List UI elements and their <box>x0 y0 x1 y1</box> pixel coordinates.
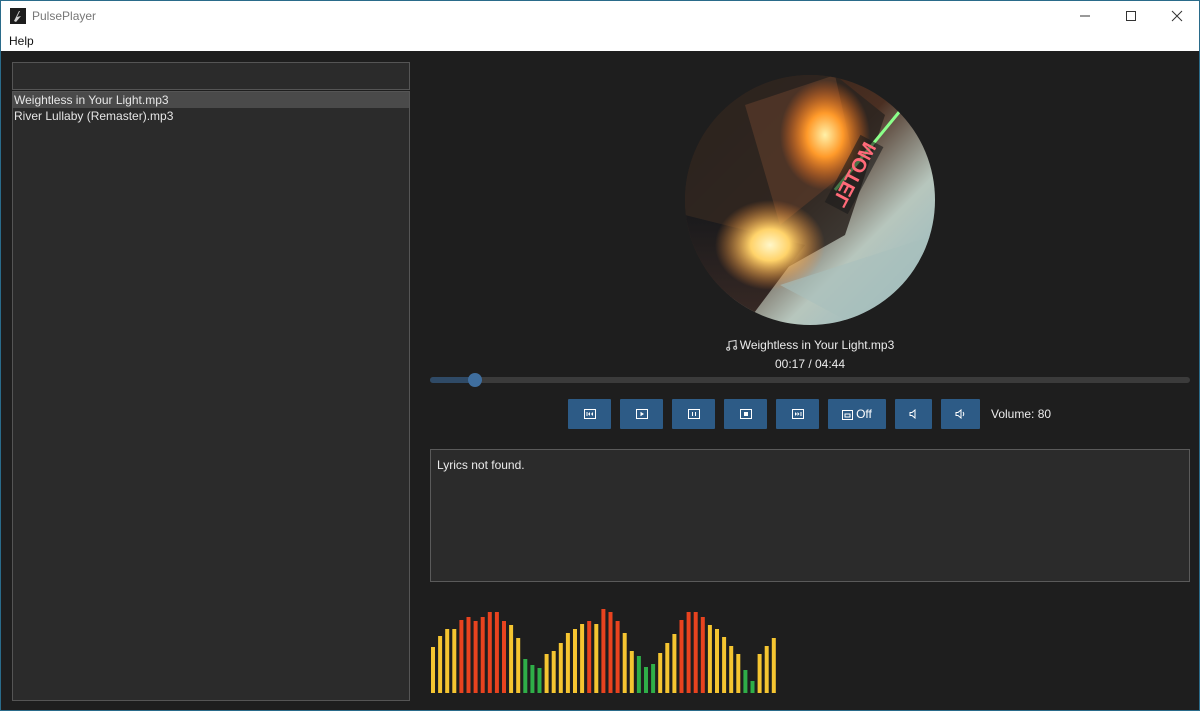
playlist-item[interactable]: River Lullaby (Remaster).mp3 <box>13 108 409 124</box>
main-window: PulsePlayer Help Weightless in Your Ligh… <box>0 0 1200 711</box>
visualizer-bar <box>615 621 620 693</box>
volume-up-button[interactable] <box>941 399 980 429</box>
visualizer-bar <box>452 629 457 693</box>
menu-help[interactable]: Help <box>9 34 34 48</box>
album-cover: MOTEL <box>685 75 935 325</box>
visualizer-bar <box>523 659 528 693</box>
volume-label: Volume: 80 <box>991 407 1052 421</box>
progress-bar[interactable] <box>430 373 1190 387</box>
visualizer-bar <box>764 646 769 693</box>
visualizer-bar <box>537 668 542 693</box>
visualizer-bar <box>431 647 435 693</box>
visualizer-bar <box>480 617 485 693</box>
visualizer-bar <box>438 636 443 693</box>
playlist-search-input[interactable] <box>12 62 410 90</box>
visualizer-bar <box>644 667 648 693</box>
visualizer-bar <box>558 643 563 693</box>
visualizer-bar <box>445 629 450 693</box>
visualizer-bar <box>601 609 606 693</box>
visualizer-bar <box>672 634 677 693</box>
close-button[interactable] <box>1154 1 1199 31</box>
visualizer-bar <box>573 629 577 693</box>
volume-down-icon <box>909 409 915 419</box>
close-icon <box>1171 10 1183 22</box>
visualizer-bar <box>580 624 585 693</box>
visualizer-bar <box>743 670 748 693</box>
left-panel: Weightless in Your Light.mp3 River Lulla… <box>1 51 419 710</box>
playlist-item[interactable]: Weightless in Your Light.mp3 <box>13 92 409 108</box>
next-button[interactable] <box>776 399 819 429</box>
visualizer-bar <box>516 638 521 693</box>
music-note-icon <box>725 339 737 351</box>
track-title: Weightless in Your Light.mp3 <box>739 338 895 352</box>
visualizer-bar <box>587 621 592 693</box>
menu-bar: Help <box>1 31 1199 51</box>
visualizer-bar <box>473 621 478 693</box>
visualizer-bar <box>622 633 627 693</box>
visualizer-bar <box>729 646 734 693</box>
visualizer-bar <box>707 625 712 693</box>
play-icon <box>635 409 648 419</box>
visualizer-bar <box>530 665 535 693</box>
visualizer-bar <box>693 612 698 693</box>
time-display: 00:17 / 04:44 <box>774 357 846 371</box>
skip-next-icon <box>791 409 804 419</box>
visualizer-bar <box>629 651 634 693</box>
lyrics-panel: Lyrics not found. <box>430 449 1190 582</box>
visualizer-bar <box>608 612 613 693</box>
visualizer-bar <box>679 620 684 693</box>
stop-icon <box>739 409 752 419</box>
pause-icon <box>687 409 700 419</box>
audio-visualizer <box>431 609 776 693</box>
app-logo-icon <box>10 8 26 24</box>
visualizer-bar <box>487 612 492 693</box>
repeat-button[interactable]: Off <box>828 399 886 429</box>
progress-handle[interactable] <box>468 373 482 387</box>
lyrics-text: Lyrics not found. <box>437 458 525 472</box>
maximize-icon <box>1126 11 1136 21</box>
visualizer-bar <box>722 637 727 693</box>
visualizer-bar <box>636 656 641 693</box>
visualizer-bar <box>551 651 556 693</box>
visualizer-bar <box>686 612 691 693</box>
pause-button[interactable] <box>672 399 715 429</box>
visualizer-bar <box>651 664 656 693</box>
minimize-icon <box>1080 15 1090 17</box>
repeat-icon <box>842 409 854 420</box>
window-title: PulsePlayer <box>32 9 97 23</box>
visualizer-bar <box>565 633 570 693</box>
title-bar: PulsePlayer <box>1 1 1199 31</box>
visualizer-bar <box>658 653 663 693</box>
visualizer-bar <box>736 654 741 693</box>
play-button[interactable] <box>620 399 663 429</box>
previous-button[interactable] <box>568 399 611 429</box>
playlist: Weightless in Your Light.mp3 River Lulla… <box>12 91 410 701</box>
volume-down-button[interactable] <box>895 399 932 429</box>
visualizer-bar <box>494 612 499 693</box>
stop-button[interactable] <box>724 399 767 429</box>
visualizer-bar <box>771 638 776 693</box>
volume-up-icon <box>955 409 964 419</box>
visualizer-bar <box>459 620 464 693</box>
visualizer-bar <box>715 629 719 693</box>
now-playing-title: Weightless in Your Light.mp3 <box>701 338 919 352</box>
visualizer-bar <box>502 621 506 693</box>
visualizer-bar <box>700 617 705 693</box>
visualizer-bar <box>594 624 599 693</box>
visualizer-bar <box>750 681 755 693</box>
visualizer-bar <box>544 654 549 693</box>
visualizer-bar <box>665 643 670 693</box>
visualizer-bar <box>757 654 762 693</box>
minimize-button[interactable] <box>1062 1 1108 31</box>
maximize-button[interactable] <box>1108 1 1154 31</box>
visualizer-bar <box>509 625 514 693</box>
skip-previous-icon <box>583 409 596 419</box>
repeat-label: Off <box>856 407 872 421</box>
visualizer-bar <box>466 617 471 693</box>
